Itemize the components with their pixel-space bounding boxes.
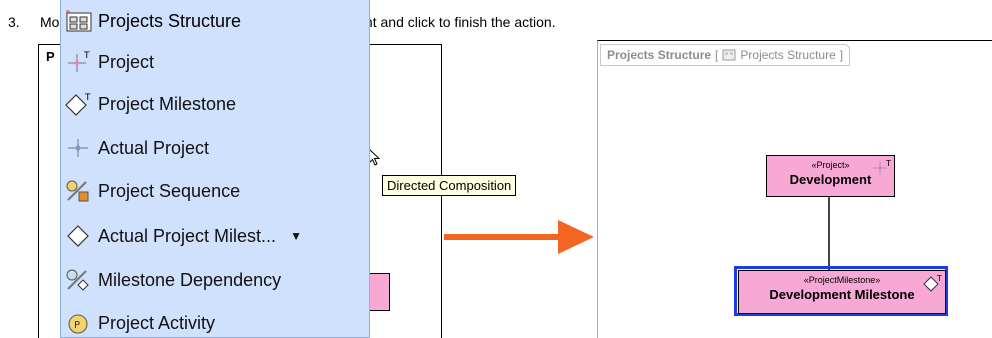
menu-item-label: Actual Project: [98, 137, 210, 158]
step-text-left: Mo: [40, 14, 60, 30]
milestone-icon: T: [923, 274, 942, 292]
dropdown-arrow-icon[interactable]: ▼: [290, 229, 302, 243]
svg-text:T: T: [936, 274, 942, 283]
orange-arrow-icon: [444, 220, 594, 254]
diagram-type-label: Projects Structure: [607, 48, 712, 62]
actual-project-icon: [64, 135, 92, 161]
svg-text:P: P: [74, 320, 80, 331]
menu-item-label: Milestone Dependency: [98, 269, 282, 290]
bracket-open: [: [715, 48, 719, 62]
step-number: 3.: [8, 14, 20, 30]
menu-item-project-activity[interactable]: P Project Activity: [64, 308, 364, 338]
svg-text:T: T: [885, 159, 891, 168]
composition-connector[interactable]: [828, 196, 830, 270]
menu-item-project-sequence[interactable]: Project Sequence: [64, 176, 364, 206]
project-node[interactable]: «Project» Development T: [766, 155, 895, 197]
left-diagram-label: P: [46, 49, 55, 64]
projects-structure-icon: P: [66, 10, 92, 32]
dependency-icon: [64, 267, 92, 293]
milestone-stereotype: «ProjectMilestone»: [803, 275, 881, 285]
menu-item-label: Project Milestone: [98, 93, 237, 114]
menu-item-label: Project: [98, 51, 155, 72]
tooltip: Directed Composition: [382, 175, 517, 196]
menu-item-label: Actual Project Milest...: [98, 225, 277, 246]
svg-text:T: T: [84, 93, 91, 103]
actual-milestone-icon: [64, 223, 92, 249]
diagram-frame-header: Projects Structure [ Projects Structure …: [600, 44, 851, 66]
diagram-name-label: Projects Structure: [740, 48, 836, 62]
project-milestone-node[interactable]: «ProjectMilestone» Development Milestone…: [738, 270, 946, 314]
project-icon: T: [64, 49, 92, 75]
palette-title: Projects Structure: [98, 10, 242, 31]
menu-item-project-milestone[interactable]: T Project Milestone: [64, 89, 364, 119]
menu-item-milestone-dependency[interactable]: Milestone Dependency: [64, 265, 364, 295]
bracket-close: ]: [839, 48, 844, 62]
sequence-icon: [64, 178, 92, 204]
menu-item-actual-project[interactable]: Actual Project: [64, 133, 364, 163]
diagram-icon: [722, 49, 736, 61]
menu-item-label: Project Sequence: [98, 180, 241, 201]
milestone-name: Development Milestone: [769, 287, 915, 302]
svg-text:T: T: [83, 51, 90, 61]
menu-item-project[interactable]: T Project: [64, 47, 364, 77]
milestone-icon: T: [64, 91, 92, 117]
svg-text:P: P: [66, 10, 70, 17]
palette-header: P Projects Structure: [64, 6, 241, 36]
menu-item-actual-project-milestone[interactable]: Actual Project Milest... ▼: [64, 221, 364, 251]
menu-item-label: Project Activity: [98, 312, 216, 333]
mouse-cursor-icon: [368, 148, 381, 166]
project-icon: T: [873, 159, 891, 175]
activity-icon: P: [64, 310, 92, 336]
